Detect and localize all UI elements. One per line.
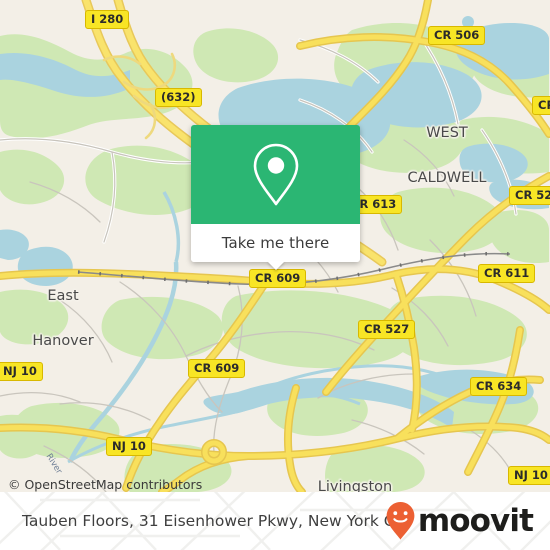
map-canvas[interactable]: WEST CALDWELL East Hanover Livingston Ri… xyxy=(0,0,550,492)
shield-nj-10-west: NJ 10 xyxy=(0,362,43,381)
moovit-logo: moovit xyxy=(385,501,534,541)
shield-632: (632) xyxy=(155,88,202,107)
take-me-there-label: Take me there xyxy=(221,234,330,252)
poi-callout-card[interactable]: Take me there xyxy=(191,125,360,270)
location-title: Tauben Floors, 31 Eisenhower Pkwy, New Y… xyxy=(22,512,415,530)
shield-i-280: I 280 xyxy=(85,10,130,29)
shield-cr-506: CR 506 xyxy=(428,26,486,45)
osm-attribution: © OpenStreetMap contributors xyxy=(8,477,203,492)
shield-cr-609-west: CR 609 xyxy=(188,359,246,378)
poi-card-image xyxy=(191,125,360,224)
shield-cr-partial-east: CR xyxy=(532,96,550,115)
shield-cr-609-center: CR 609 xyxy=(249,269,307,288)
map-screenshot: WEST CALDWELL East Hanover Livingston Ri… xyxy=(0,0,550,550)
shield-nj-10-center: NJ 10 xyxy=(106,437,152,456)
shield-nj-10-east: NJ 10 xyxy=(508,466,550,485)
moovit-wordmark: moovit xyxy=(417,502,534,539)
callout-pointer xyxy=(266,261,285,270)
map-pin-icon xyxy=(253,143,298,205)
moovit-smiley-pin-icon xyxy=(386,502,415,540)
shield-cr-611: CR 611 xyxy=(478,264,536,283)
shield-cr-527-south: CR 527 xyxy=(358,320,416,339)
footer-bar: Tauben Floors, 31 Eisenhower Pkwy, New Y… xyxy=(0,492,550,550)
take-me-there-button[interactable]: Take me there xyxy=(191,224,360,270)
shield-cr-527-east: CR 527 xyxy=(509,186,550,205)
shield-cr-634: CR 634 xyxy=(470,377,528,396)
